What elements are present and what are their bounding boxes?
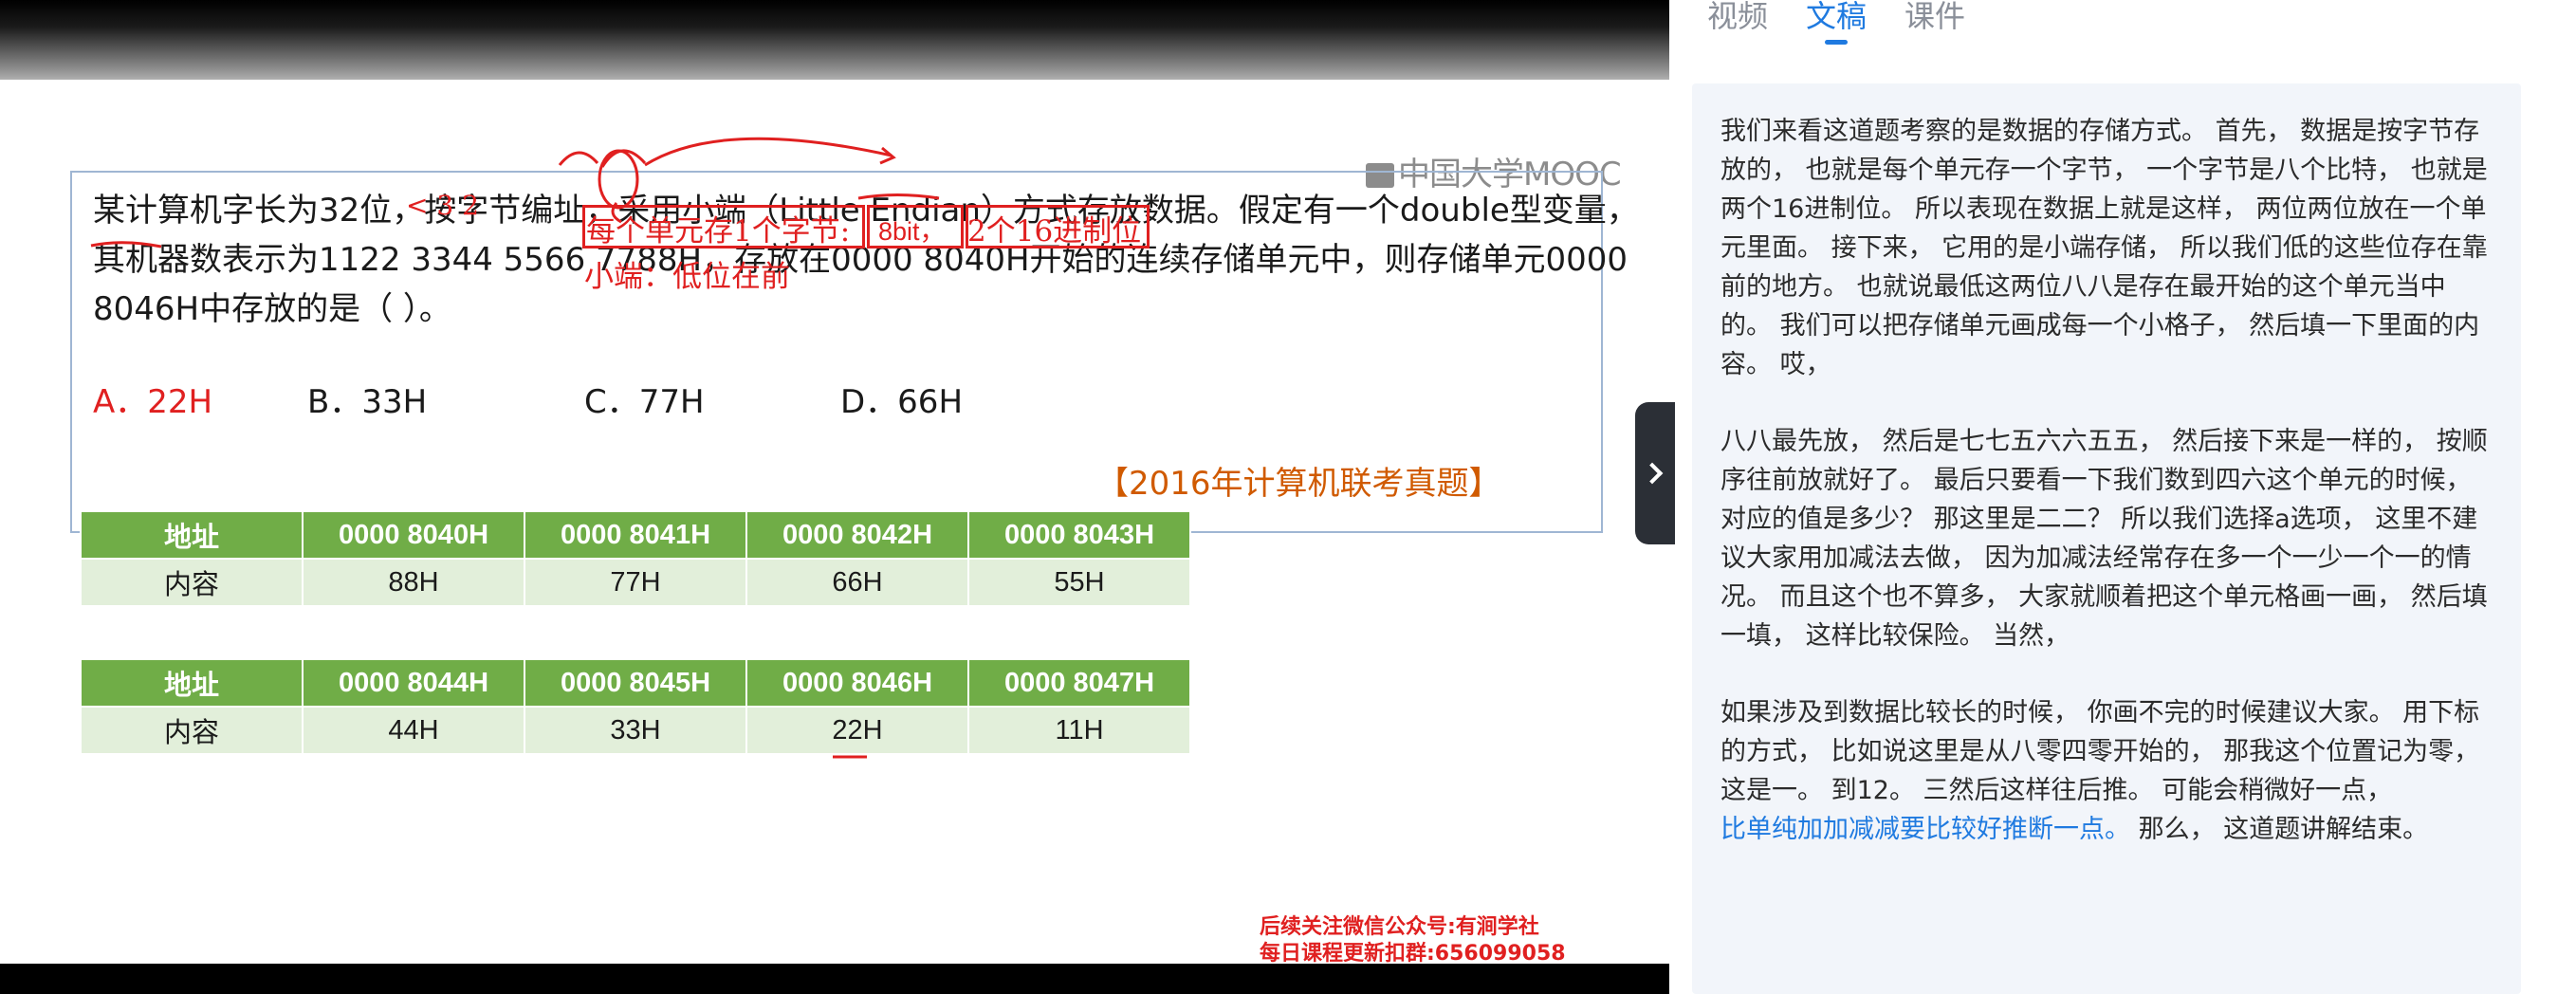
content-cell: 55H (967, 558, 1191, 607)
video-top-shade (0, 0, 1669, 90)
transcript-panel[interactable]: 我们来看这道题考察的是数据的存储方式。 首先， 数据是按字节存放的， 也就是每个… (1692, 83, 2521, 994)
address-cell: 0000 8045H (524, 658, 747, 708)
chevron-right-icon (1641, 462, 1664, 485)
question-line-3: 8046H中存放的是（ ）。 (93, 290, 451, 328)
address-cell: 0000 8044H (302, 658, 525, 708)
question-line-1: 某计算机字长为32位，按字节编址，采用小端（Little Endian）方式存放… (93, 192, 1639, 230)
memory-table-2: 地址 0000 8044H 0000 8045H 0000 8046H 0000… (80, 658, 1191, 755)
address-cell: 0000 8040H (302, 510, 525, 560)
annotation-text-1: 每个单元存1个字节: (586, 214, 851, 248)
table-row: 地址 0000 8044H 0000 8045H 0000 8046H 0000… (80, 658, 1191, 708)
content-cell: 44H (302, 706, 525, 755)
table-row: 地址 0000 8040H 0000 8041H 0000 8042H 0000… (80, 510, 1191, 560)
tab-video[interactable]: 视频 (1707, 0, 1768, 47)
video-bottom-bar (0, 964, 1669, 994)
lecture-slide: 中国大学MOOC 某计算机字长为32位，按字节编址，采用小端（Little En… (0, 80, 1669, 967)
annotation-note: 小端：低位在前 (584, 260, 790, 294)
address-label: 地址 (80, 510, 304, 560)
content-cell: 33H (524, 706, 747, 755)
transcript-text[interactable]: 如果涉及到数据比较长的时候， 你画不完的时候建议大家。 用下标的方式， 比如说这… (1720, 698, 2479, 805)
address-cell: 0000 8047H (967, 658, 1191, 708)
address-cell: 0000 8043H (967, 510, 1191, 560)
table-row: 内容 88H 77H 66H 55H (80, 558, 1191, 607)
video-player[interactable]: 中国大学MOOC 某计算机字长为32位，按字节编址，采用小端（Little En… (0, 0, 1669, 994)
memory-table-1: 地址 0000 8040H 0000 8041H 0000 8042H 0000… (80, 510, 1191, 607)
address-cell: 0000 8046H (745, 658, 969, 708)
address-cell: 0000 8041H (524, 510, 747, 560)
content-label: 内容 (80, 558, 304, 607)
annotation-text-2: 8bit， (878, 217, 946, 246)
option-c: C．77H (584, 383, 705, 421)
tab-courseware[interactable]: 课件 (1904, 0, 1965, 47)
exam-source-tag: 【2016年计算机联考真题】 (1096, 465, 1501, 503)
table-row: 内容 44H 33H 22H 11H (80, 706, 1191, 755)
content-cell: 66H (745, 558, 969, 607)
tab-transcript[interactable]: 文稿 (1806, 0, 1867, 47)
annotation-text-3: 2个16进制位 (967, 214, 1142, 248)
option-b: B．33H (307, 383, 428, 421)
address-label: 地址 (80, 658, 304, 708)
option-d: D．66H (840, 383, 964, 421)
transcript-paragraph-3[interactable]: 如果涉及到数据比较长的时候， 你画不完的时候建议大家。 用下标的方式， 比如说这… (1720, 693, 2493, 849)
transcript-current-sentence[interactable]: 比单纯加加减减要比较好推断一点。 (1720, 815, 2130, 844)
panel-tabs: 视频 文稿 课件 (1707, 0, 1965, 47)
content-cell: 22H (745, 706, 969, 755)
content-cell: 77H (524, 558, 747, 607)
transcript-paragraph-1[interactable]: 我们来看这道题考察的是数据的存储方式。 首先， 数据是按字节存放的， 也就是每个… (1720, 112, 2493, 384)
collapse-panel-button[interactable] (1635, 402, 1675, 544)
option-a: A．22H (93, 383, 213, 421)
transcript-paragraph-2[interactable]: 八八最先放， 然后是七七五六六五五， 然后接下来是一样的， 按顺序往前放就好了。… (1720, 422, 2493, 655)
content-cell: 88H (302, 558, 525, 607)
content-label: 内容 (80, 706, 304, 755)
content-cell: 11H (967, 706, 1191, 755)
wechat-promo-note: 后续关注微信公众号:有涧学社 每日课程更新扣群:656099058 (1260, 914, 1566, 967)
transcript-text[interactable]: 那么， 这道题讲解结束。 (2130, 815, 2429, 844)
annotation-marks: < 3 2 (406, 190, 479, 221)
address-cell: 0000 8042H (745, 510, 969, 560)
wechat-promo-line-1: 后续关注微信公众号:有涧学社 (1260, 915, 1539, 939)
